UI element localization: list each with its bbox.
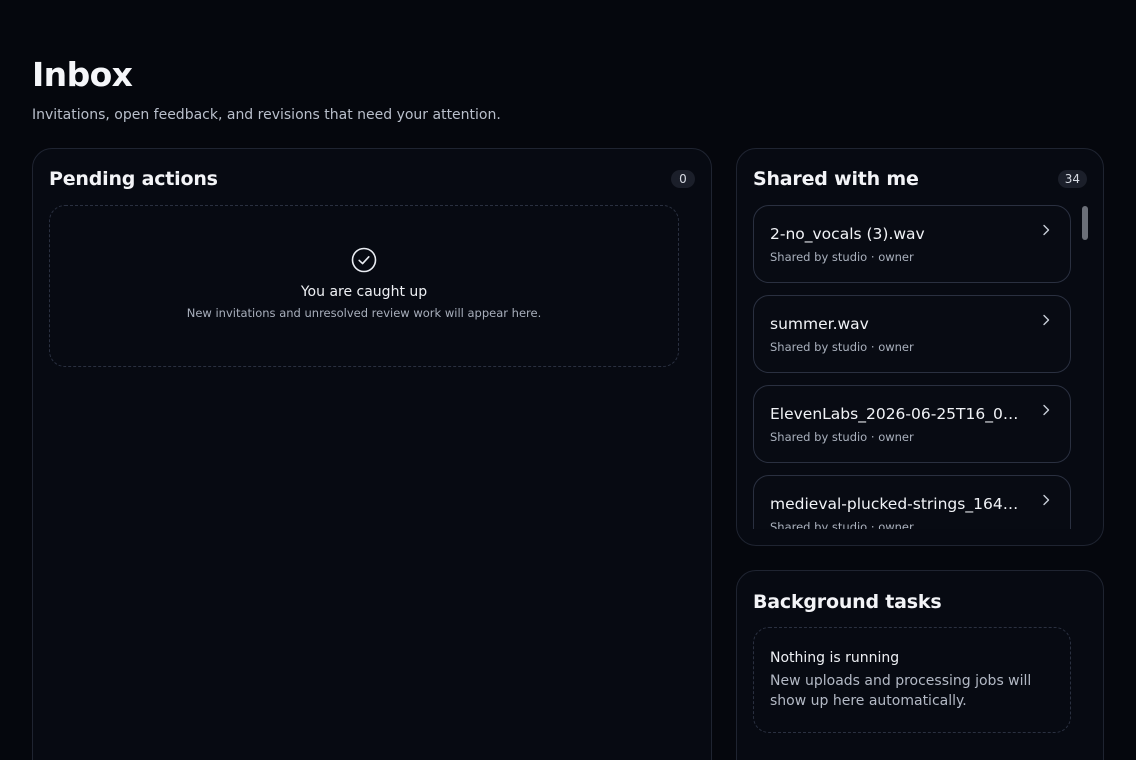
pending-empty-state: You are caught up New invitations and un… xyxy=(49,205,679,367)
pending-empty-title: You are caught up xyxy=(300,284,428,300)
page-title: Inbox xyxy=(32,55,133,94)
background-tasks-card: Background tasks Nothing is running New … xyxy=(736,570,1104,760)
check-circle-icon xyxy=(351,247,377,273)
pending-actions-card: Pending actions 0 You are caught up New … xyxy=(32,148,712,760)
shared-file-name: 2-no_vocals (3).wav xyxy=(770,225,925,243)
background-tasks-empty-description: New uploads and processing jobs will sho… xyxy=(770,673,1032,709)
shared-file-list[interactable]: 2-no_vocals (3).wav Shared by studio · o… xyxy=(753,205,1071,529)
background-tasks-empty-state: Nothing is running New uploads and proce… xyxy=(753,627,1071,733)
shared-list-scrollbar[interactable] xyxy=(1081,205,1089,529)
pending-empty-description: New invitations and unresolved review wo… xyxy=(186,306,542,320)
shared-file-name: ElevenLabs_2026-06-25T16_07_2... xyxy=(770,405,1028,423)
chevron-right-icon xyxy=(1043,314,1050,326)
shared-list-scrollbar-thumb[interactable] xyxy=(1082,206,1088,240)
pending-actions-header: Pending actions 0 xyxy=(33,149,711,209)
chevron-right-icon xyxy=(1043,494,1050,506)
shared-count-badge: 34 xyxy=(1057,170,1087,188)
shared-file-name: medieval-plucked-strings_164bp... xyxy=(770,495,1028,513)
shared-file-meta: Shared by studio · owner xyxy=(770,250,914,264)
shared-file-item[interactable]: summer.wav Shared by studio · owner xyxy=(753,295,1071,373)
shared-file-item[interactable]: 2-no_vocals (3).wav Shared by studio · o… xyxy=(753,205,1071,283)
shared-file-meta: Shared by studio · owner xyxy=(770,430,914,444)
chevron-right-icon xyxy=(1043,404,1050,416)
background-tasks-header: Background tasks xyxy=(737,571,1103,633)
chevron-right-icon xyxy=(1043,224,1050,236)
inbox-page: Inbox Invitations, open feedback, and re… xyxy=(0,0,1136,760)
page-subtitle: Invitations, open feedback, and revision… xyxy=(32,107,501,123)
shared-with-me-header: Shared with me 34 xyxy=(737,149,1103,209)
pending-count-badge: 0 xyxy=(671,170,695,188)
pending-actions-title: Pending actions xyxy=(49,168,218,190)
shared-file-meta: Shared by studio · owner xyxy=(770,340,914,354)
shared-file-item[interactable]: ElevenLabs_2026-06-25T16_07_2... Shared … xyxy=(753,385,1071,463)
background-tasks-empty-title: Nothing is running xyxy=(770,650,900,666)
shared-file-item[interactable]: medieval-plucked-strings_164bp... Shared… xyxy=(753,475,1071,529)
shared-file-name: summer.wav xyxy=(770,315,869,333)
background-tasks-title: Background tasks xyxy=(753,591,942,613)
shared-with-me-card: Shared with me 34 2-no_vocals (3).wav Sh… xyxy=(736,148,1104,546)
shared-file-meta: Shared by studio · owner xyxy=(770,520,914,529)
shared-with-me-title: Shared with me xyxy=(753,168,919,190)
